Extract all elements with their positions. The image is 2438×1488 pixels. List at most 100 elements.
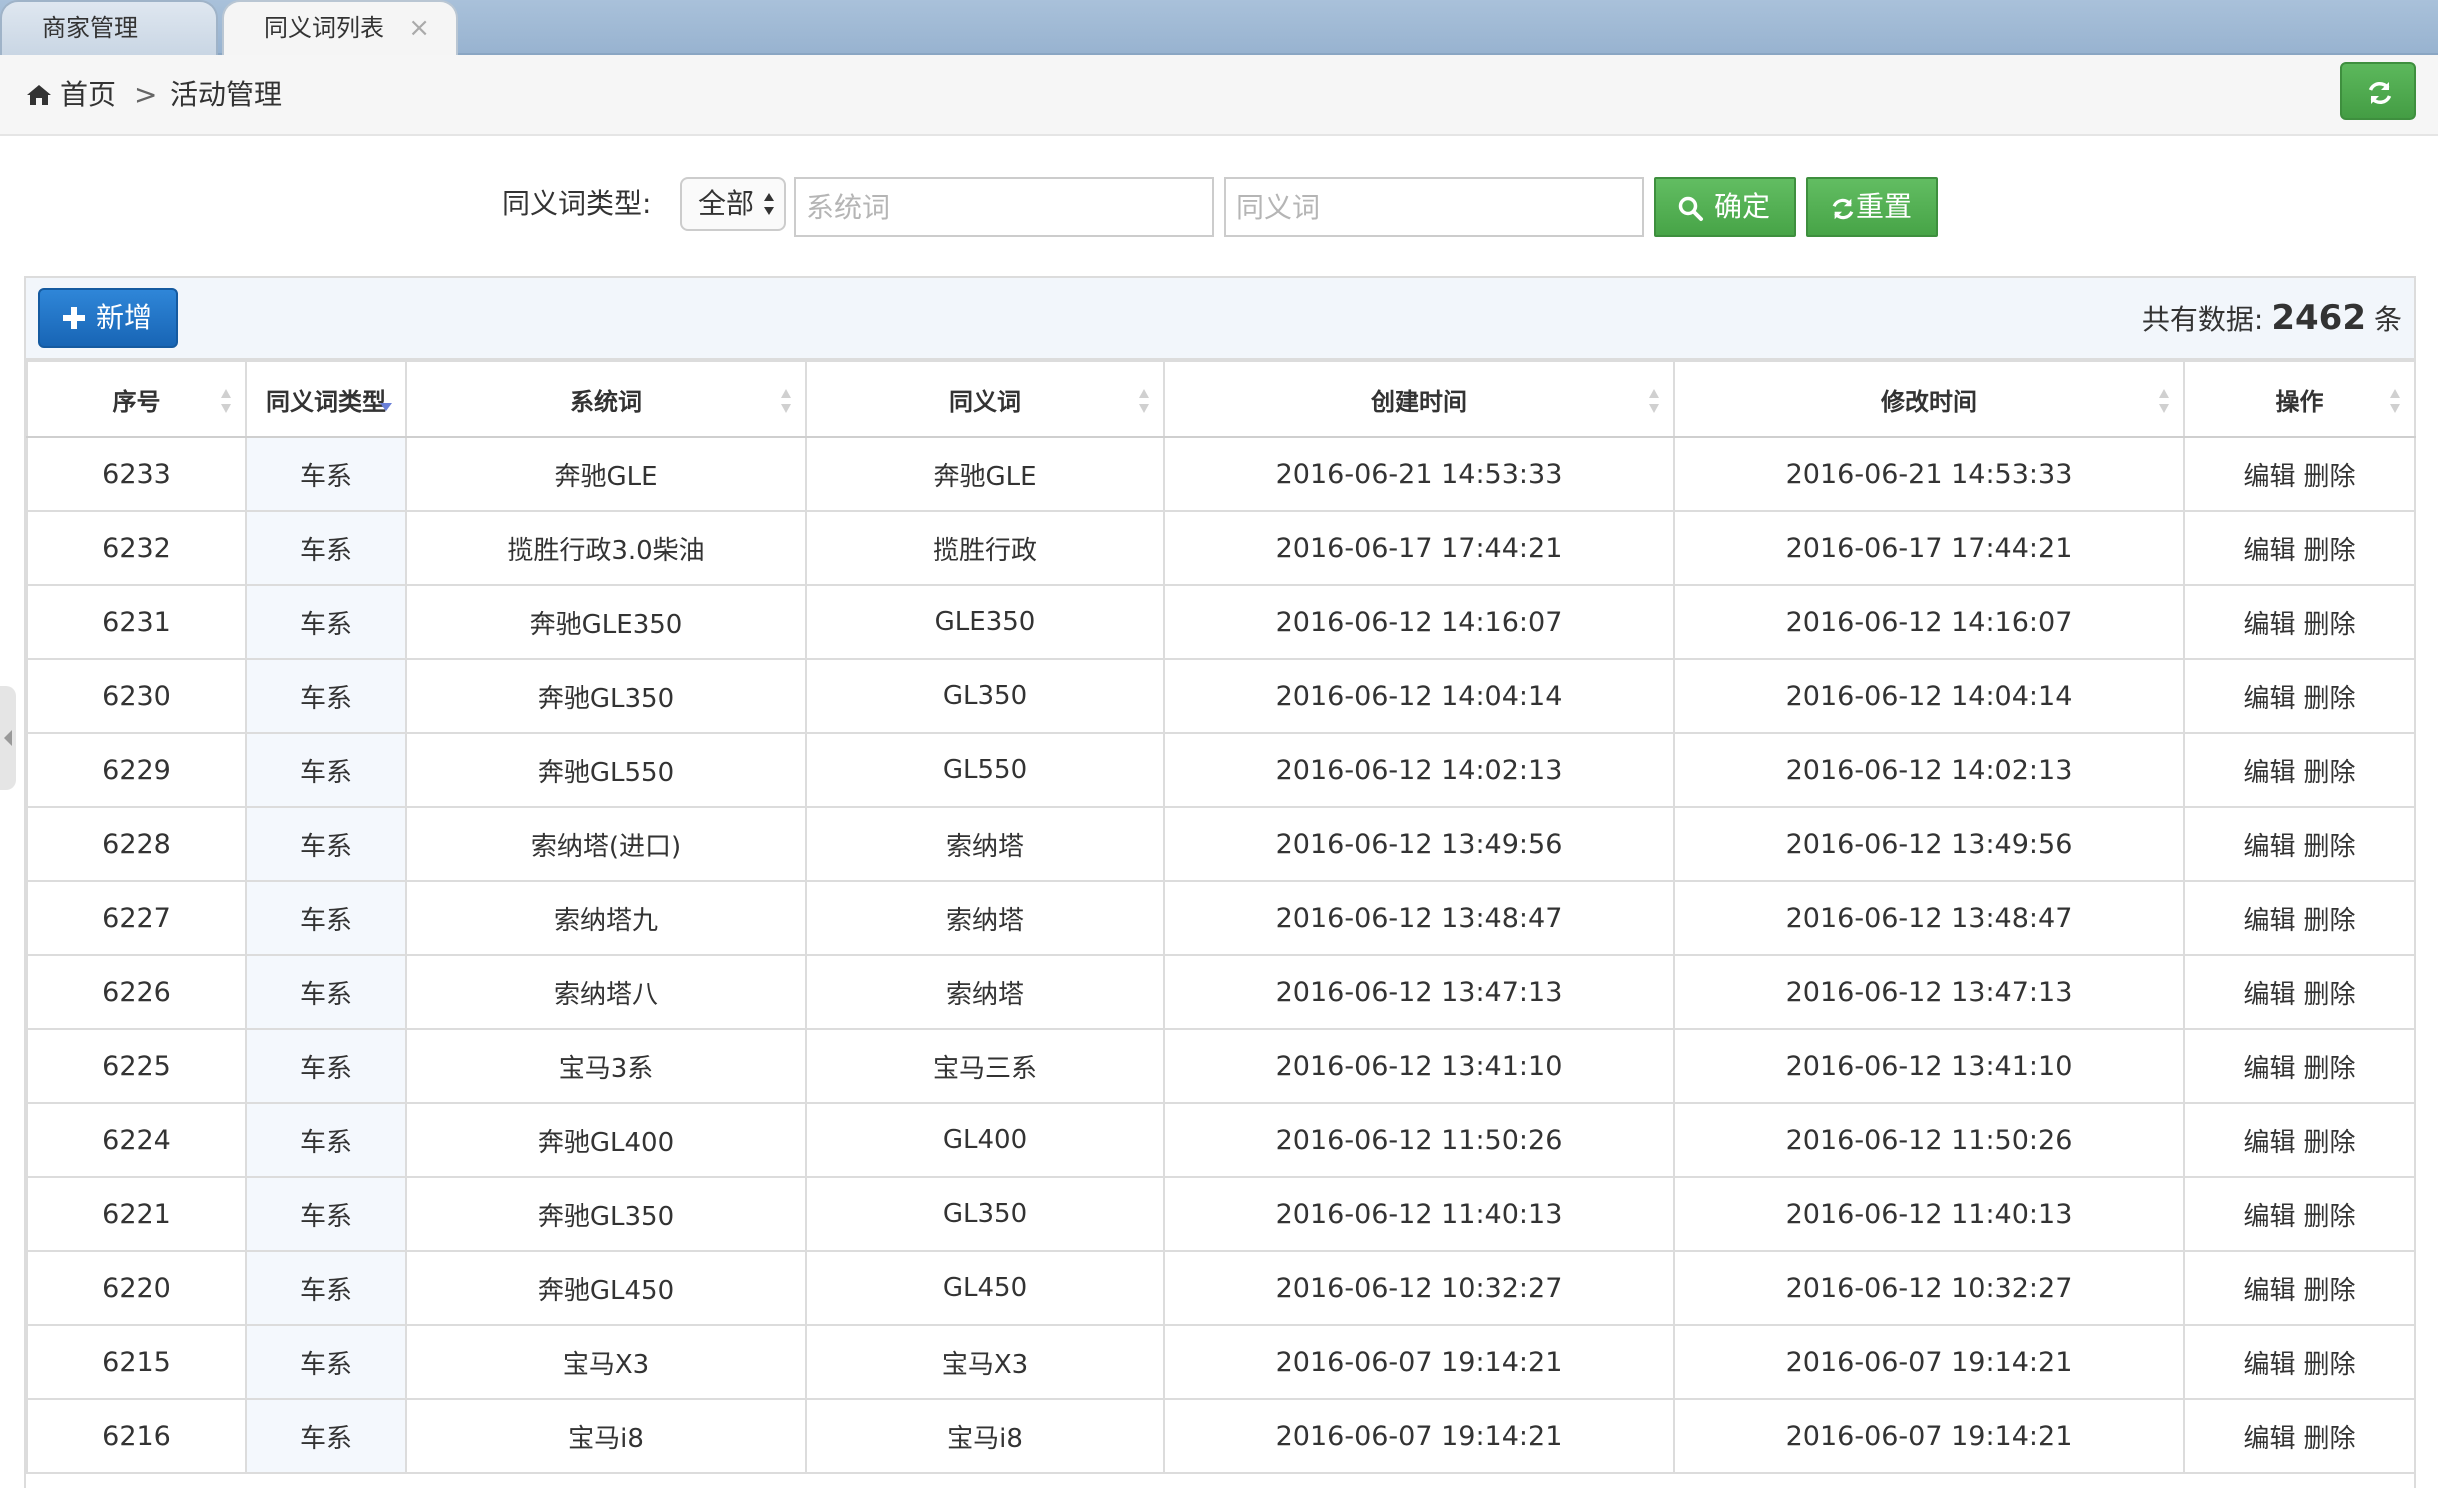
- row-created-time: 2016-06-07 19:14:21: [1163, 1398, 1675, 1474]
- delete-link[interactable]: 删除: [2304, 1424, 2356, 1454]
- row-actions: 编辑 删除: [2183, 1028, 2416, 1104]
- table-row: 6231 车系 奔驰GLE350 GLE350 2016-06-12 14:16:07 2…: [26, 584, 2416, 660]
- row-modified-time: 2016-06-07 19:14:21: [1673, 1324, 2185, 1400]
- synonym-table: 序号 同义词类型 系统词 同义词 创建时间 修改时间 操作 6233 车系 奔驰GLE 奔驰GLE…: [26, 360, 2416, 1474]
- edit-link[interactable]: 编辑: [2243, 906, 2295, 936]
- table-row: 6232 车系 揽胜行政3.0柴油 揽胜行政 2016-06-17 17:44:21 20…: [26, 510, 2416, 586]
- row-actions: 编辑 删除: [2183, 510, 2416, 586]
- edit-link[interactable]: 编辑: [2243, 684, 2295, 714]
- table-row: 6230 车系 奔驰GL350 GL350 2016-06-12 14:04:14 201…: [26, 658, 2416, 734]
- delete-link[interactable]: 删除: [2304, 758, 2356, 788]
- sort-desc-icon[interactable]: [379, 402, 393, 412]
- synonym-type-label: 同义词类型:: [502, 187, 652, 220]
- confirm-label: 确定: [1714, 190, 1771, 223]
- row-system-word: 奔驰GLE350: [405, 584, 807, 660]
- column-header-label: 修改时间: [1881, 387, 1977, 416]
- sort-icon[interactable]: [1137, 386, 1151, 416]
- edit-link[interactable]: 编辑: [2243, 1350, 2295, 1380]
- delete-link[interactable]: 删除: [2304, 684, 2356, 714]
- table-row: 6227 车系 索纳塔九 索纳塔 2016-06-12 13:48:47 2016-06-…: [26, 880, 2416, 956]
- delete-link[interactable]: 删除: [2304, 610, 2356, 640]
- row-actions: 编辑 删除: [2183, 584, 2416, 660]
- row-actions: 编辑 删除: [2183, 1398, 2416, 1474]
- delete-link[interactable]: 删除: [2304, 980, 2356, 1010]
- delete-link[interactable]: 删除: [2304, 1128, 2356, 1158]
- tab-merchant-management[interactable]: 商家管理: [0, 0, 218, 55]
- col-modified-time-header[interactable]: 修改时间: [1673, 360, 2185, 438]
- edit-link[interactable]: 编辑: [2243, 1054, 2295, 1084]
- edit-link[interactable]: 编辑: [2243, 610, 2295, 640]
- edit-link[interactable]: 编辑: [2243, 536, 2295, 566]
- sort-icon[interactable]: [779, 386, 793, 416]
- delete-link[interactable]: 删除: [2304, 1202, 2356, 1232]
- tab-synonym-list[interactable]: 同义词列表 ×: [222, 0, 458, 57]
- synonym-type-select[interactable]: 全部: [680, 177, 786, 231]
- row-system-word: 索纳塔八: [405, 954, 807, 1030]
- row-type: 车系: [245, 1176, 407, 1252]
- row-synonym: GL450: [805, 1250, 1165, 1326]
- row-synonym: 宝马i8: [805, 1398, 1165, 1474]
- confirm-button[interactable]: 确定: [1654, 177, 1796, 237]
- row-type: 车系: [245, 436, 407, 512]
- refresh-button[interactable]: [2340, 62, 2416, 120]
- sort-icon[interactable]: [2157, 386, 2171, 416]
- row-id: 6230: [26, 658, 247, 734]
- delete-link[interactable]: 删除: [2304, 1350, 2356, 1380]
- row-system-word: 奔驰GLE: [405, 436, 807, 512]
- delete-link[interactable]: 删除: [2304, 906, 2356, 936]
- row-created-time: 2016-06-07 19:14:21: [1163, 1324, 1675, 1400]
- row-synonym: 索纳塔: [805, 880, 1165, 956]
- reset-button[interactable]: 重置: [1806, 177, 1938, 237]
- tab-strip: 商家管理 同义词列表 ×: [0, 0, 2438, 57]
- col-synonym-header[interactable]: 同义词: [805, 360, 1165, 438]
- col-system-word-header[interactable]: 系统词: [405, 360, 807, 438]
- close-icon[interactable]: ×: [408, 2, 430, 54]
- col-id-header[interactable]: 序号: [26, 360, 247, 438]
- delete-link[interactable]: 删除: [2304, 832, 2356, 862]
- sort-icon[interactable]: [219, 386, 233, 416]
- column-header-label: 系统词: [570, 387, 642, 416]
- edit-link[interactable]: 编辑: [2243, 832, 2295, 862]
- row-modified-time: 2016-06-12 13:41:10: [1673, 1028, 2185, 1104]
- col-actions-header[interactable]: 操作: [2183, 360, 2416, 438]
- edit-link[interactable]: 编辑: [2243, 1202, 2295, 1232]
- row-created-time: 2016-06-12 14:02:13: [1163, 732, 1675, 808]
- row-modified-time: 2016-06-21 14:53:33: [1673, 436, 2185, 512]
- sidebar-toggle-handle[interactable]: [0, 686, 16, 790]
- sort-icon[interactable]: [2388, 386, 2402, 416]
- row-system-word: 奔驰GL350: [405, 658, 807, 734]
- breadcrumb-home[interactable]: 首页: [60, 75, 116, 115]
- select-arrows-icon: [764, 193, 774, 215]
- delete-link[interactable]: 删除: [2304, 1276, 2356, 1306]
- row-type: 车系: [245, 1250, 407, 1326]
- delete-link[interactable]: 删除: [2304, 462, 2356, 492]
- row-synonym: GL400: [805, 1102, 1165, 1178]
- search-icon: [1678, 196, 1703, 221]
- edit-link[interactable]: 编辑: [2243, 980, 2295, 1010]
- col-created-time-header[interactable]: 创建时间: [1163, 360, 1675, 438]
- row-type: 车系: [245, 954, 407, 1030]
- system-word-input[interactable]: [794, 177, 1214, 237]
- row-modified-time: 2016-06-12 11:50:26: [1673, 1102, 2185, 1178]
- sort-icon[interactable]: [1647, 386, 1661, 416]
- delete-link[interactable]: 删除: [2304, 1054, 2356, 1084]
- row-modified-time: 2016-06-17 17:44:21: [1673, 510, 2185, 586]
- row-synonym: 宝马X3: [805, 1324, 1165, 1400]
- edit-link[interactable]: 编辑: [2243, 758, 2295, 788]
- edit-link[interactable]: 编辑: [2243, 1424, 2295, 1454]
- add-button[interactable]: 新增: [38, 288, 178, 348]
- row-actions: 编辑 删除: [2183, 806, 2416, 882]
- delete-link[interactable]: 删除: [2304, 536, 2356, 566]
- synonym-input[interactable]: [1224, 177, 1644, 237]
- col-synonym-type-header[interactable]: 同义词类型: [245, 360, 407, 438]
- table-row: 6225 车系 宝马3系 宝马三系 2016-06-12 13:41:10 2016-06…: [26, 1028, 2416, 1104]
- edit-link[interactable]: 编辑: [2243, 1128, 2295, 1158]
- row-actions: 编辑 删除: [2183, 1176, 2416, 1252]
- row-actions: 编辑 删除: [2183, 658, 2416, 734]
- row-system-word: 揽胜行政3.0柴油: [405, 510, 807, 586]
- edit-link[interactable]: 编辑: [2243, 462, 2295, 492]
- row-system-word: 宝马X3: [405, 1324, 807, 1400]
- edit-link[interactable]: 编辑: [2243, 1276, 2295, 1306]
- row-type: 车系: [245, 1398, 407, 1474]
- row-actions: 编辑 删除: [2183, 1324, 2416, 1400]
